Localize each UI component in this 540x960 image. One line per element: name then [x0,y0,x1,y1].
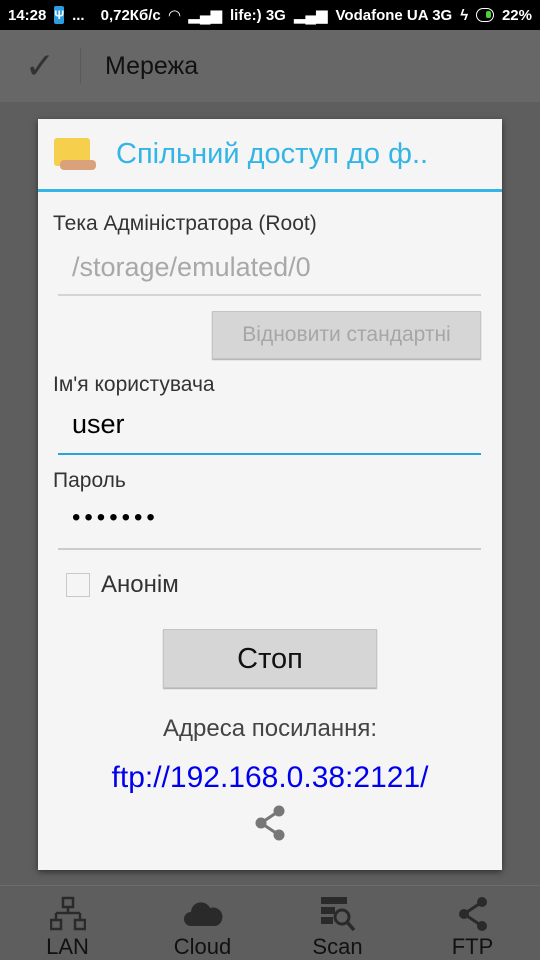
nav-ftp[interactable]: FTP [405,886,540,960]
share-icon [458,897,487,931]
nav-label: FTP [451,934,494,959]
anonymous-label: Анонім [101,571,179,598]
root-folder-field[interactable]: /storage/emulated/0 [58,252,481,296]
bottom-nav: LAN Cloud Scan FTP [0,885,540,960]
address-label: Адреса посилання: [163,715,377,742]
username-input[interactable]: user [58,409,481,455]
divider [80,48,81,84]
network-speed: 0,72Кб/с [100,6,161,24]
cloud-icon [183,902,222,926]
nav-lan[interactable]: LAN [0,886,135,960]
signal-icon: ▂▄▆ [188,7,222,24]
more-notifications: ... [72,6,85,24]
carrier-2: Vodafone UA 3G [335,6,453,24]
nav-label: Scan [312,934,363,959]
carrier-1: life:) 3G [229,6,286,24]
dialog-title: Спільний доступ до ф.. [116,137,429,170]
nav-label: Cloud [173,934,232,959]
password-label: Пароль [53,469,126,492]
wifi-icon: ◠ [168,7,181,24]
nav-cloud[interactable]: Cloud [135,886,270,960]
share-icon[interactable] [252,804,288,842]
battery-icon [476,8,494,22]
clock: 14:28 [8,6,47,24]
password-input[interactable]: ••••••• [58,504,481,550]
status-bar: 14:28 Ψ ... 0,72Кб/с ◠ ▂▄▆ life:) 3G ▂▄▆… [0,0,540,30]
shared-folder-icon [52,132,98,176]
usb-icon: Ψ [54,6,65,24]
app-bar: ✓ Мережа [0,30,540,102]
nav-scan[interactable]: Scan [270,886,405,960]
ftp-address-link[interactable]: ftp://192.168.0.38:2121/ [38,761,502,795]
nav-label: LAN [46,934,89,959]
signal-icon: ▂▄▆ [293,7,328,24]
charging-icon: ϟ [460,6,469,24]
battery-level: 22% [501,6,532,24]
check-icon[interactable]: ✓ [0,45,80,87]
dialog-header: Спільний доступ до ф.. [38,119,502,192]
restore-defaults-button[interactable]: Відновити стандартні [212,311,481,359]
anonymous-checkbox[interactable] [66,573,90,597]
root-folder-label: Тека Адміністратора (Root) [53,212,317,235]
lan-icon [49,896,86,931]
stop-button[interactable]: Стоп [163,629,377,688]
page-title: Мережа [105,51,199,80]
scan-icon [320,897,355,932]
username-label: Ім'я користувача [53,373,215,396]
ftp-share-dialog: Спільний доступ до ф.. Тека Адміністрато… [38,119,502,870]
